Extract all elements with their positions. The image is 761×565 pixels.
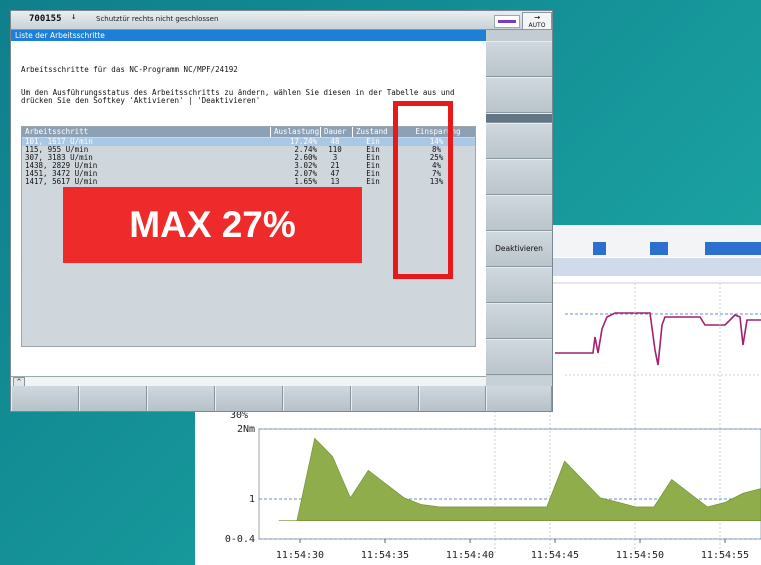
- cell-duration: 13: [330, 177, 340, 186]
- upper-axis-tick: 30%: [230, 410, 248, 421]
- instruction-line-2: drücken Sie den Softkey 'Aktivieren' | '…: [21, 96, 261, 105]
- x-tick-label: 11:54:45: [531, 550, 579, 561]
- y-axis: 2Nm 1 0-0.4: [225, 424, 255, 545]
- hsoftkey-8[interactable]: [486, 386, 552, 411]
- hsoftkey-2[interactable]: [79, 386, 147, 411]
- marker-1: [593, 242, 606, 255]
- header-state[interactable]: Zustand: [353, 127, 398, 137]
- header-duration[interactable]: Dauer: [321, 127, 353, 137]
- softkey-5[interactable]: [486, 195, 552, 231]
- horizontal-softkeys: [11, 386, 552, 411]
- torque-area: [278, 437, 761, 521]
- hsoftkey-5[interactable]: [283, 386, 351, 411]
- x-tick-label: 11:54:50: [616, 550, 664, 561]
- arrow-right-icon: →: [533, 12, 541, 23]
- y-tick-label: 1: [249, 494, 255, 505]
- status-bar: 700155 ↓ Schutztür rechts nicht geschlos…: [11, 11, 552, 30]
- program-heading: Arbeitsschritte für das NC-Programm NC/M…: [21, 65, 238, 74]
- deactivate-softkey[interactable]: Deaktivieren: [486, 231, 552, 267]
- y-tick-label: 0-0.4: [225, 534, 255, 545]
- hsoftkey-1[interactable]: [11, 386, 79, 411]
- auto-mode-button[interactable]: → AUTO: [522, 12, 552, 30]
- softkey-2[interactable]: [486, 77, 552, 113]
- header-load[interactable]: Auslastung: [271, 127, 321, 137]
- hsoftkey-6[interactable]: [351, 386, 419, 411]
- hsoftkey-7[interactable]: [419, 386, 486, 411]
- status-message: Schutztür rechts nicht geschlossen: [96, 15, 219, 23]
- softkey-separator: [486, 113, 552, 123]
- cell-state: Ein: [366, 177, 380, 186]
- siemens-logo: [494, 15, 520, 28]
- y-tick-label: 2Nm: [237, 424, 255, 435]
- softkey-7[interactable]: [486, 267, 552, 303]
- marker-2: [650, 242, 668, 255]
- x-axis: 11:54:30 11:54:35 11:54:40 11:54:45 11:54:50…: [276, 539, 749, 561]
- x-tick-label: 11:54:40: [446, 550, 494, 561]
- speed-line: [555, 312, 761, 366]
- cell-load: 1.65%: [294, 177, 317, 186]
- saving-highlight-box: [393, 101, 453, 279]
- x-tick-label: 11:54:35: [361, 550, 409, 561]
- softkey-1[interactable]: [486, 41, 552, 77]
- arrow-down-icon: ↓: [71, 12, 77, 22]
- header-step[interactable]: Arbeitsschritt: [22, 127, 271, 137]
- softkey-8[interactable]: [486, 303, 552, 339]
- hsoftkey-4[interactable]: [215, 386, 283, 411]
- program-number: 700155: [29, 14, 62, 24]
- vertical-softkeys: Deaktivieren: [486, 30, 552, 376]
- softkey-3[interactable]: [486, 123, 552, 159]
- hsoftkey-3[interactable]: [147, 386, 215, 411]
- softkey-9[interactable]: [486, 339, 552, 375]
- max-saving-banner: MAX 27%: [63, 187, 362, 263]
- window-title: Liste der Arbeitsschritte: [11, 30, 486, 41]
- mode-label: AUTO: [528, 22, 546, 29]
- deactivate-label: Deaktivieren: [495, 244, 543, 253]
- marker-3: [705, 242, 761, 255]
- softkey-4[interactable]: [486, 159, 552, 195]
- x-tick-label: 11:54:30: [276, 550, 324, 561]
- x-tick-label: 11:54:55: [701, 550, 749, 561]
- cell-step: 1417, 5617 U/min: [25, 177, 98, 186]
